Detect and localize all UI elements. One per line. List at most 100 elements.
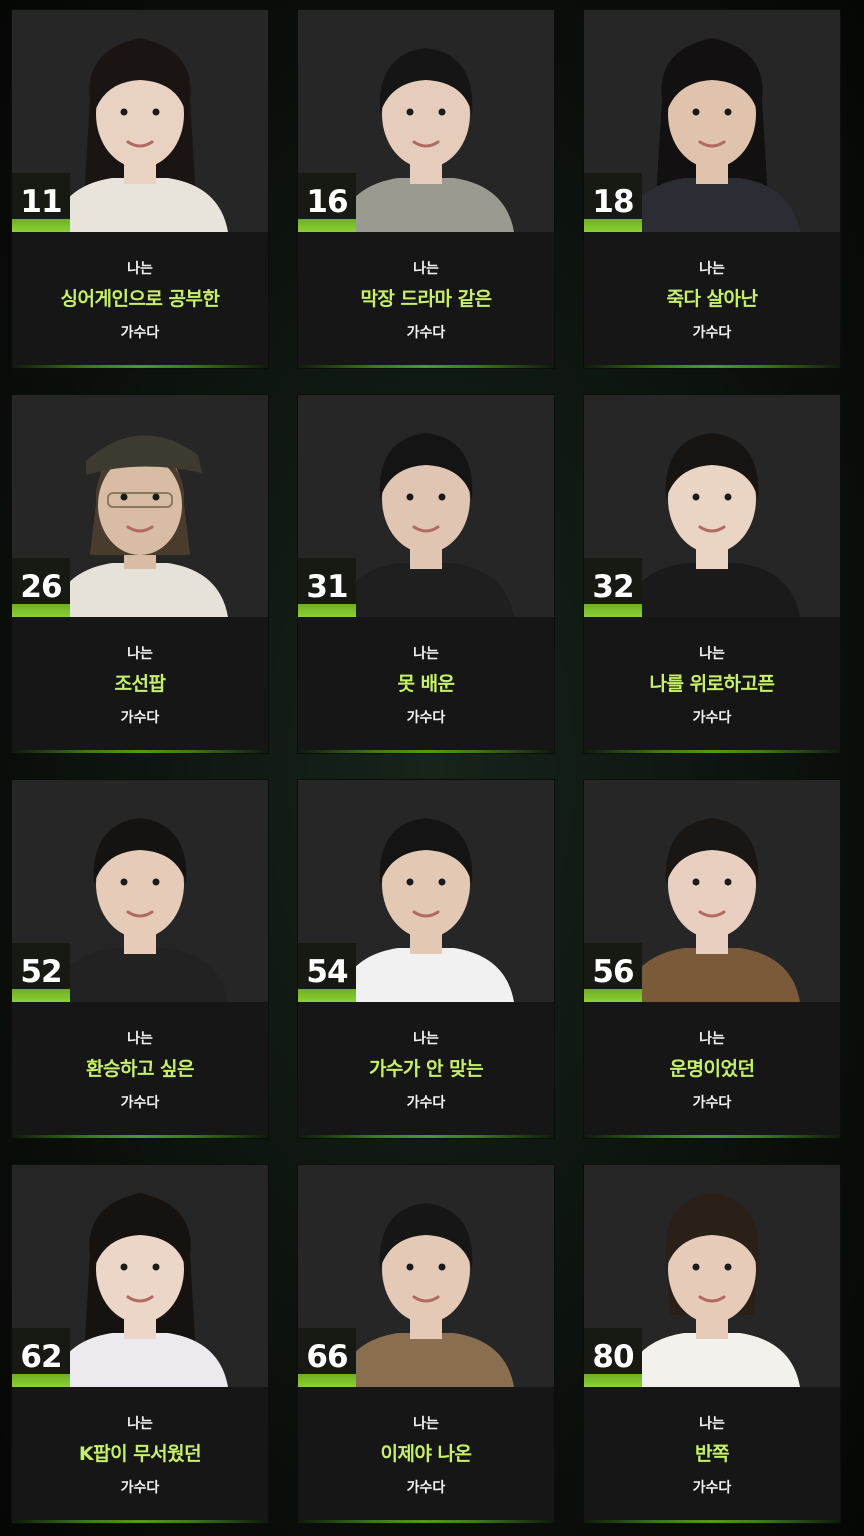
caption-highlight: 반쪽 [695, 1443, 729, 1465]
caption-panel: 나는 가수가 안 맞는 가수다 [298, 1002, 554, 1135]
caption-panel: 나는 못 배운 가수다 [298, 617, 554, 750]
face-shape [98, 455, 182, 555]
eye-left [120, 878, 128, 886]
green-underline [584, 365, 840, 368]
caption-highlight: 이제야 나온 [380, 1443, 472, 1465]
caption-highlight: 환승하고 싶은 [86, 1058, 195, 1080]
eye-right [724, 1263, 732, 1271]
contestant-card[interactable]: 80 나는 반쪽 가수다 [584, 1165, 840, 1523]
contestant-number-badge: 56 [584, 943, 642, 1002]
caption-panel: 나는 운명이었던 가수다 [584, 1002, 840, 1135]
caption-panel: 나는 환승하고 싶은 가수다 [12, 1002, 268, 1135]
caption-highlight: 운명이었던 [669, 1058, 755, 1080]
green-underline [584, 750, 840, 753]
green-underline [584, 1135, 840, 1138]
eye-left [120, 493, 128, 501]
eye-left [406, 493, 414, 501]
eye-right [438, 108, 446, 116]
caption-highlight: K팝이 무서웠던 [78, 1443, 202, 1465]
eye-left [120, 108, 128, 116]
eye-right [724, 878, 732, 886]
caption-bottom: 가수다 [692, 1480, 732, 1496]
contestant-card[interactable]: 18 나는 죽다 살아난 가수다 [584, 10, 840, 368]
caption-top: 나는 [699, 646, 725, 662]
contestant-card[interactable]: 62 나는 K팝이 무서웠던 가수다 [12, 1165, 268, 1523]
caption-bottom: 가수다 [120, 1480, 160, 1496]
eye-right [152, 108, 160, 116]
green-underline [12, 750, 268, 753]
green-underline [12, 1135, 268, 1138]
eye-right [152, 1263, 160, 1271]
eye-left [692, 108, 700, 116]
eye-right [438, 878, 446, 886]
green-underline [12, 1520, 268, 1523]
contestant-number-badge: 31 [298, 558, 356, 617]
caption-panel: 나는 K팝이 무서웠던 가수다 [12, 1387, 268, 1520]
caption-bottom: 가수다 [406, 710, 446, 726]
caption-highlight: 못 배운 [397, 673, 455, 695]
caption-bottom: 가수다 [692, 325, 732, 341]
contestant-card[interactable]: 54 나는 가수가 안 맞는 가수다 [298, 780, 554, 1138]
green-underline [298, 750, 554, 753]
caption-panel: 나는 조선팝 가수다 [12, 617, 268, 750]
eye-right [438, 1263, 446, 1271]
eye-right [724, 108, 732, 116]
contestant-number-badge: 52 [12, 943, 70, 1002]
caption-top: 나는 [127, 261, 153, 277]
contestant-number-badge: 26 [12, 558, 70, 617]
green-underline [584, 1520, 840, 1523]
contestant-number-badge: 80 [584, 1328, 642, 1387]
caption-bottom: 가수다 [120, 325, 160, 341]
caption-bottom: 가수다 [692, 710, 732, 726]
caption-top: 나는 [127, 646, 153, 662]
green-underline [298, 365, 554, 368]
caption-bottom: 가수다 [120, 710, 160, 726]
eye-left [406, 878, 414, 886]
contestant-number-badge: 62 [12, 1328, 70, 1387]
caption-top: 나는 [413, 646, 439, 662]
contestant-grid: 11 나는 싱어게인으로 공부한 가수다 16 나는 막장 드라마 같은 가수다… [12, 10, 852, 1526]
caption-top: 나는 [127, 1031, 153, 1047]
caption-top: 나는 [413, 261, 439, 277]
green-underline [12, 365, 268, 368]
eye-left [120, 1263, 128, 1271]
eye-right [438, 493, 446, 501]
caption-panel: 나는 싱어게인으로 공부한 가수다 [12, 232, 268, 365]
contestant-number-badge: 11 [12, 173, 70, 232]
caption-panel: 나는 이제야 나온 가수다 [298, 1387, 554, 1520]
contestant-number-badge: 32 [584, 558, 642, 617]
contestant-number-badge: 16 [298, 173, 356, 232]
caption-highlight: 가수가 안 맞는 [368, 1058, 484, 1080]
caption-bottom: 가수다 [406, 1095, 446, 1111]
caption-highlight: 막장 드라마 같은 [360, 288, 492, 310]
eye-left [692, 878, 700, 886]
caption-top: 나는 [699, 1031, 725, 1047]
contestant-card[interactable]: 31 나는 못 배운 가수다 [298, 395, 554, 753]
contestant-card[interactable]: 66 나는 이제야 나온 가수다 [298, 1165, 554, 1523]
eye-right [724, 493, 732, 501]
contestant-card[interactable]: 56 나는 운명이었던 가수다 [584, 780, 840, 1138]
eye-left [406, 108, 414, 116]
contestant-number-badge: 54 [298, 943, 356, 1002]
caption-highlight: 나를 위로하고픈 [649, 673, 775, 695]
contestant-number-badge: 18 [584, 173, 642, 232]
eye-right [152, 878, 160, 886]
caption-top: 나는 [699, 261, 725, 277]
caption-panel: 나는 막장 드라마 같은 가수다 [298, 232, 554, 365]
contestant-number-badge: 66 [298, 1328, 356, 1387]
eye-right [152, 493, 160, 501]
caption-bottom: 가수다 [406, 325, 446, 341]
caption-bottom: 가수다 [692, 1095, 732, 1111]
contestant-card[interactable]: 52 나는 환승하고 싶은 가수다 [12, 780, 268, 1138]
caption-top: 나는 [413, 1416, 439, 1432]
eye-left [692, 1263, 700, 1271]
caption-bottom: 가수다 [120, 1095, 160, 1111]
caption-top: 나는 [413, 1031, 439, 1047]
caption-highlight: 조선팝 [114, 673, 166, 695]
contestant-card[interactable]: 11 나는 싱어게인으로 공부한 가수다 [12, 10, 268, 368]
contestant-card[interactable]: 26 나는 조선팝 가수다 [12, 395, 268, 753]
contestant-card[interactable]: 16 나는 막장 드라마 같은 가수다 [298, 10, 554, 368]
contestant-card[interactable]: 32 나는 나를 위로하고픈 가수다 [584, 395, 840, 753]
caption-bottom: 가수다 [406, 1480, 446, 1496]
caption-top: 나는 [127, 1416, 153, 1432]
